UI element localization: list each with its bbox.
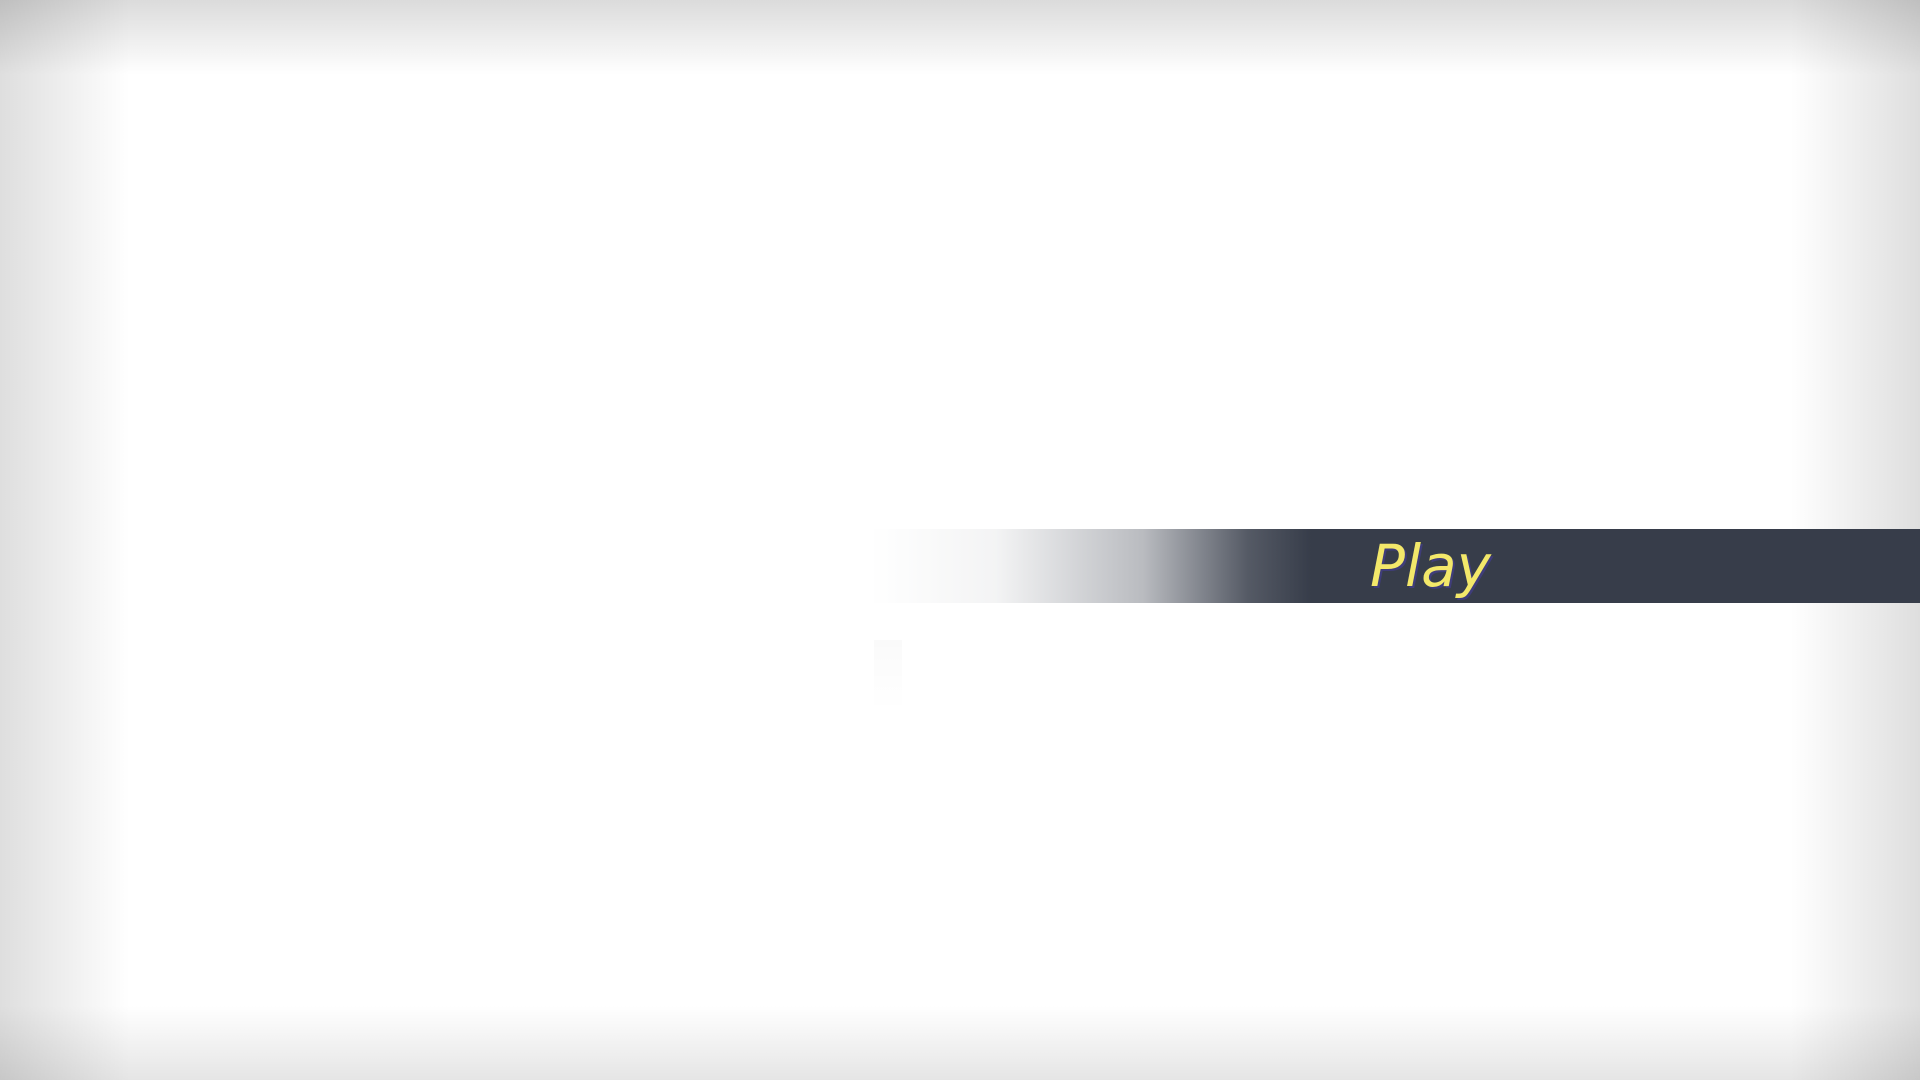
game-main-menu-screen: Play: [0, 0, 1920, 1080]
faded-menu-marker: [874, 640, 902, 712]
play-menu-button[interactable]: [870, 529, 1920, 603]
